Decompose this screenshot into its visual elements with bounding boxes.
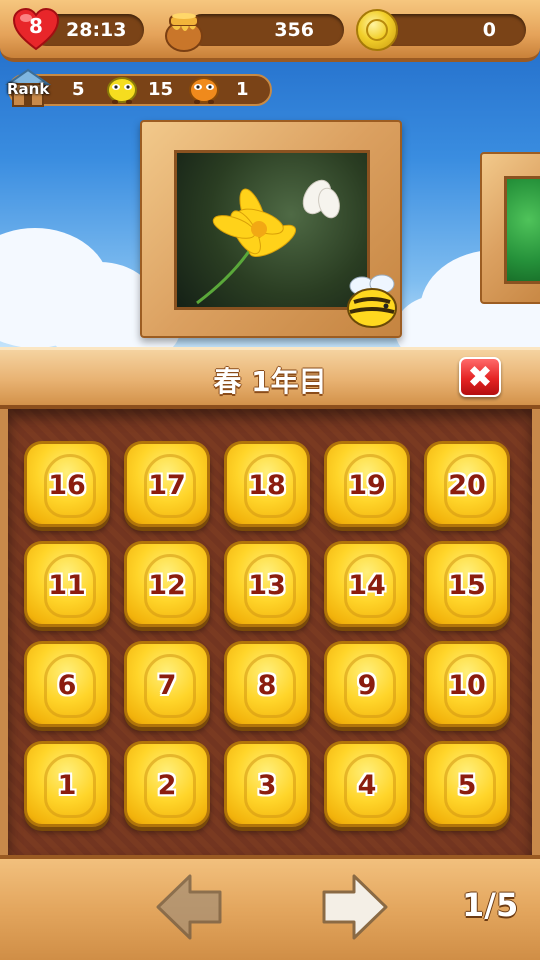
honey-count: 356 — [274, 19, 314, 41]
level-number: 9 — [357, 670, 377, 701]
level-number: 17 — [148, 470, 186, 501]
orange-bug-icon — [189, 77, 219, 104]
yellow-bug-count: 15 — [148, 79, 174, 100]
level-number: 8 — [257, 670, 277, 701]
coin-slot: 0 — [376, 14, 526, 46]
level-number: 13 — [248, 570, 286, 601]
rank-label: Rank — [7, 80, 50, 98]
flower-butterfly-image — [196, 179, 340, 305]
level-number: 10 — [448, 670, 486, 701]
level-button-15[interactable]: 15 — [424, 541, 510, 627]
rank-value: 5 — [72, 79, 85, 100]
level-button-12[interactable]: 12 — [124, 541, 210, 627]
level-button-16[interactable]: 16 — [24, 441, 110, 527]
level-button-14[interactable]: 14 — [324, 541, 410, 627]
level-button-10[interactable]: 10 — [424, 641, 510, 727]
level-number: 4 — [357, 770, 377, 801]
honey-slot: 356 — [186, 14, 344, 46]
level-number: 3 — [257, 770, 277, 801]
level-button-1[interactable]: 1 — [24, 741, 110, 827]
level-button-6[interactable]: 6 — [24, 641, 110, 727]
level-button-2[interactable]: 2 — [124, 741, 210, 827]
level-button-13[interactable]: 13 — [224, 541, 310, 627]
level-number: 2 — [157, 770, 177, 801]
left-arrow-icon[interactable] — [154, 872, 224, 942]
level-button-5[interactable]: 5 — [424, 741, 510, 827]
close-icon: ✖ — [467, 360, 493, 395]
page-indicator: 1/5 — [462, 886, 519, 924]
next-picture — [504, 176, 540, 284]
level-number: 14 — [348, 570, 386, 601]
level-number: 20 — [448, 470, 486, 501]
level-number: 16 — [48, 470, 86, 501]
pager-bar — [0, 855, 540, 960]
honey-pot-icon — [165, 13, 203, 52]
level-button-20[interactable]: 20 — [424, 441, 510, 527]
coin-emblem — [366, 19, 388, 41]
level-button-17[interactable]: 17 — [124, 441, 210, 527]
level-number: 6 — [57, 670, 77, 701]
right-arrow-icon[interactable] — [320, 872, 390, 942]
orange-bug-count: 1 — [236, 79, 249, 100]
level-number: 12 — [148, 570, 186, 601]
level-button-4[interactable]: 4 — [324, 741, 410, 827]
level-button-8[interactable]: 8 — [224, 641, 310, 727]
level-number: 19 — [348, 470, 386, 501]
level-button-11[interactable]: 11 — [24, 541, 110, 627]
level-number: 18 — [248, 470, 286, 501]
level-number: 15 — [448, 570, 486, 601]
level-number: 7 — [157, 670, 177, 701]
level-button-18[interactable]: 18 — [224, 441, 310, 527]
close-button[interactable]: ✖ — [459, 357, 501, 397]
next-picture-frame[interactable] — [480, 152, 540, 304]
bee-mascot-icon — [347, 274, 397, 328]
season-picture — [174, 150, 370, 310]
level-button-19[interactable]: 19 — [324, 441, 410, 527]
honeycomb-coin-icon — [356, 9, 398, 51]
coin-count: 0 — [482, 19, 496, 41]
level-button-9[interactable]: 9 — [324, 641, 410, 727]
yellow-bug-icon — [107, 77, 137, 104]
lives-timer: 28:13 — [66, 19, 127, 41]
level-button-3[interactable]: 3 — [224, 741, 310, 827]
level-button-7[interactable]: 7 — [124, 641, 210, 727]
lives-count: 8 — [29, 14, 43, 38]
level-number: 11 — [48, 570, 86, 601]
level-number: 1 — [57, 770, 77, 801]
level-number: 5 — [457, 770, 477, 801]
